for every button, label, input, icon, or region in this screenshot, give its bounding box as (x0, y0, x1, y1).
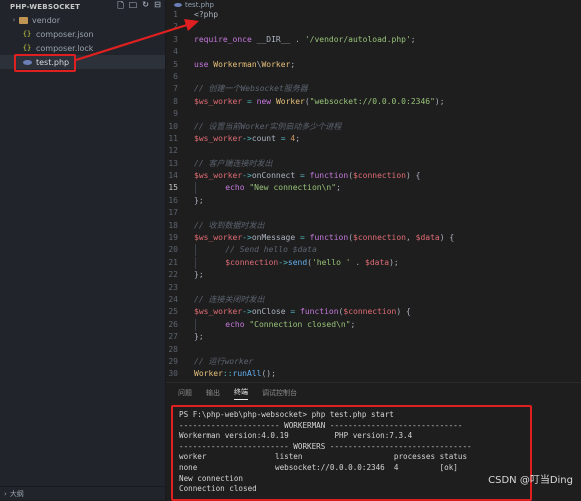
panel-tabs: 问题 输出 终端 调试控制台 (166, 383, 581, 403)
terminal-highlight-box (171, 405, 532, 501)
tab-debug-console[interactable]: 调试控制台 (262, 388, 297, 398)
tab-output[interactable]: 输出 (206, 388, 220, 398)
watermark: CSDN @叮当Ding (488, 475, 573, 486)
tab-terminal[interactable]: 终端 (234, 387, 248, 400)
tab-problems[interactable]: 问题 (178, 388, 192, 398)
